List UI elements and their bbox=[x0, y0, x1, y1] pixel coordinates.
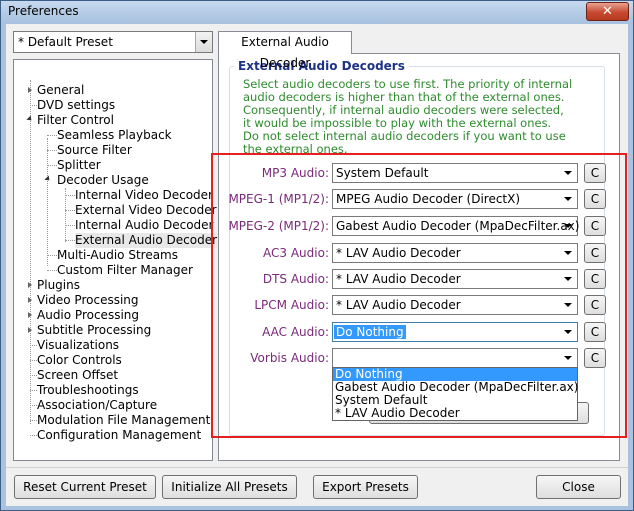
ac3-audio-value: * LAV Audio Decoder bbox=[336, 246, 461, 260]
tree-item-general[interactable]: General bbox=[37, 83, 84, 98]
tab-panel: External Audio Decoders Select audio dec… bbox=[218, 53, 620, 461]
close-window-button[interactable]: ✕ bbox=[586, 2, 629, 21]
group-description: Select audio decoders to use first. The … bbox=[243, 78, 608, 156]
ac3-audio-config-button[interactable]: C bbox=[584, 243, 606, 263]
tree-item-modulation-file-management[interactable]: Modulation File Management bbox=[37, 413, 210, 428]
mpeg1-audio-label: MPEG-1 (MP1/2): bbox=[228, 192, 329, 206]
title-bar[interactable]: Preferences ✕ bbox=[1, 1, 633, 23]
expand-arrow-icon[interactable] bbox=[28, 282, 32, 288]
aac-audio-select[interactable]: Do Nothing bbox=[332, 322, 578, 342]
bottom-divider bbox=[6, 467, 628, 468]
tree-item-source-filter[interactable]: Source Filter bbox=[57, 143, 132, 158]
chevron-down-icon[interactable] bbox=[560, 164, 577, 182]
settings-tree[interactable]: General DVD settings Filter Control Seam… bbox=[13, 59, 218, 461]
tree-item-custom-filter-manager[interactable]: Custom Filter Manager bbox=[57, 263, 193, 278]
tab-external-audio-decoder[interactable]: External Audio Decoder bbox=[218, 31, 352, 70]
tree-item-seamless-playback[interactable]: Seamless Playback bbox=[57, 128, 172, 143]
close-button[interactable]: Close bbox=[536, 475, 621, 499]
tree-item-multi-audio-streams[interactable]: Multi-Audio Streams bbox=[57, 248, 178, 263]
chevron-down-icon[interactable] bbox=[560, 349, 577, 367]
aac-audio-value: Do Nothing bbox=[334, 325, 406, 339]
lpcm-audio-label: LPCM Audio: bbox=[254, 298, 329, 312]
tree-item-association-capture[interactable]: Association/Capture bbox=[37, 398, 157, 413]
window-client-area: * Default Preset General DVD settings Fi… bbox=[6, 24, 628, 506]
window-title: Preferences bbox=[8, 4, 79, 18]
chevron-down-icon[interactable] bbox=[560, 244, 577, 262]
mp3-audio-value: System Default bbox=[336, 166, 429, 180]
chevron-down-icon[interactable] bbox=[560, 270, 577, 288]
dts-audio-select[interactable]: * LAV Audio Decoder bbox=[332, 269, 578, 289]
chevron-down-icon[interactable] bbox=[195, 32, 212, 52]
vorbis-audio-label: Vorbis Audio: bbox=[250, 351, 329, 365]
mpeg1-audio-config-button[interactable]: C bbox=[584, 189, 606, 209]
lpcm-audio-select[interactable]: * LAV Audio Decoder bbox=[332, 295, 578, 315]
dts-audio-value: * LAV Audio Decoder bbox=[336, 272, 461, 286]
dts-audio-config-button[interactable]: C bbox=[584, 269, 606, 289]
tree-item-visualizations[interactable]: Visualizations bbox=[37, 338, 119, 353]
tree-item-external-video-decoder[interactable]: External Video Decoder bbox=[75, 203, 217, 218]
chevron-down-icon[interactable] bbox=[560, 217, 577, 235]
mpeg2-audio-config-button[interactable]: C bbox=[584, 216, 606, 236]
tree-item-splitter[interactable]: Splitter bbox=[57, 158, 101, 173]
mp3-audio-label: MP3 Audio: bbox=[261, 166, 329, 180]
chevron-down-icon[interactable] bbox=[560, 190, 577, 208]
ac3-audio-select[interactable]: * LAV Audio Decoder bbox=[332, 243, 578, 263]
tree-item-internal-video-decoder[interactable]: Internal Video Decoder bbox=[75, 188, 213, 203]
preferences-window: Preferences ✕ * Default Preset General D… bbox=[0, 0, 634, 511]
tree-item-screen-offset[interactable]: Screen Offset bbox=[37, 368, 118, 383]
mpeg1-audio-value: MPEG Audio Decoder (DirectX) bbox=[336, 192, 521, 206]
tree-item-troubleshootings[interactable]: Troubleshootings bbox=[37, 383, 139, 398]
mp3-audio-config-button[interactable]: C bbox=[584, 163, 606, 183]
mp3-audio-select[interactable]: System Default bbox=[332, 163, 578, 183]
preset-dropdown[interactable]: * Default Preset bbox=[13, 31, 213, 53]
description-line: the external ones. bbox=[243, 142, 348, 156]
expand-arrow-icon[interactable] bbox=[28, 327, 32, 333]
expand-arrow-icon[interactable] bbox=[28, 312, 32, 318]
vorbis-audio-config-button[interactable]: C bbox=[584, 348, 606, 368]
export-presets-button[interactable]: Export Presets bbox=[313, 475, 418, 499]
collapse-arrow-icon[interactable] bbox=[26, 115, 34, 123]
tree-item-subtitle-processing[interactable]: Subtitle Processing bbox=[37, 323, 151, 338]
tree-item-dvd-settings[interactable]: DVD settings bbox=[37, 98, 115, 113]
tree-item-external-audio-decoder[interactable]: External Audio Decoder bbox=[75, 233, 218, 248]
collapse-arrow-icon[interactable] bbox=[44, 175, 52, 183]
mpeg2-audio-value: Gabest Audio Decoder (MpaDecFilter.ax) bbox=[336, 219, 580, 233]
mpeg2-audio-label: MPEG-2 (MP1/2): bbox=[228, 219, 329, 233]
dropdown-option[interactable]: * LAV Audio Decoder bbox=[333, 407, 577, 420]
aac-audio-config-button[interactable]: C bbox=[584, 322, 606, 342]
chevron-down-icon[interactable] bbox=[560, 296, 577, 314]
reset-current-preset-button[interactable]: Reset Current Preset bbox=[14, 475, 156, 499]
aac-audio-label: AAC Audio: bbox=[262, 325, 329, 339]
chevron-down-icon[interactable] bbox=[560, 323, 577, 341]
lpcm-audio-value: * LAV Audio Decoder bbox=[336, 298, 461, 312]
tree-item-decoder-usage[interactable]: Decoder Usage bbox=[57, 173, 149, 188]
dts-audio-label: DTS Audio: bbox=[262, 272, 329, 286]
mpeg2-audio-select[interactable]: Gabest Audio Decoder (MpaDecFilter.ax) bbox=[332, 216, 580, 236]
expand-arrow-icon[interactable] bbox=[28, 87, 32, 93]
tree-item-filter-control[interactable]: Filter Control bbox=[37, 113, 114, 128]
tree-item-video-processing[interactable]: Video Processing bbox=[37, 293, 139, 308]
tree-item-audio-processing[interactable]: Audio Processing bbox=[37, 308, 139, 323]
lpcm-audio-config-button[interactable]: C bbox=[584, 295, 606, 315]
vorbis-audio-select[interactable] bbox=[332, 348, 578, 368]
tree-item-configuration-management[interactable]: Configuration Management bbox=[37, 428, 201, 443]
tree-item-plugins[interactable]: Plugins bbox=[37, 278, 80, 293]
tree-item-internal-audio-decoder[interactable]: Internal Audio Decoder bbox=[75, 218, 213, 233]
mpeg1-audio-select[interactable]: MPEG Audio Decoder (DirectX) bbox=[332, 189, 578, 209]
aac-audio-dropdown-list[interactable]: Do Nothing Gabest Audio Decoder (MpaDecF… bbox=[332, 367, 578, 421]
ac3-audio-label: AC3 Audio: bbox=[263, 246, 329, 260]
initialize-all-presets-button[interactable]: Initialize All Presets bbox=[162, 475, 297, 499]
tree-item-color-controls[interactable]: Color Controls bbox=[37, 353, 122, 368]
expand-arrow-icon[interactable] bbox=[28, 297, 32, 303]
preset-dropdown-value: * Default Preset bbox=[18, 35, 113, 49]
